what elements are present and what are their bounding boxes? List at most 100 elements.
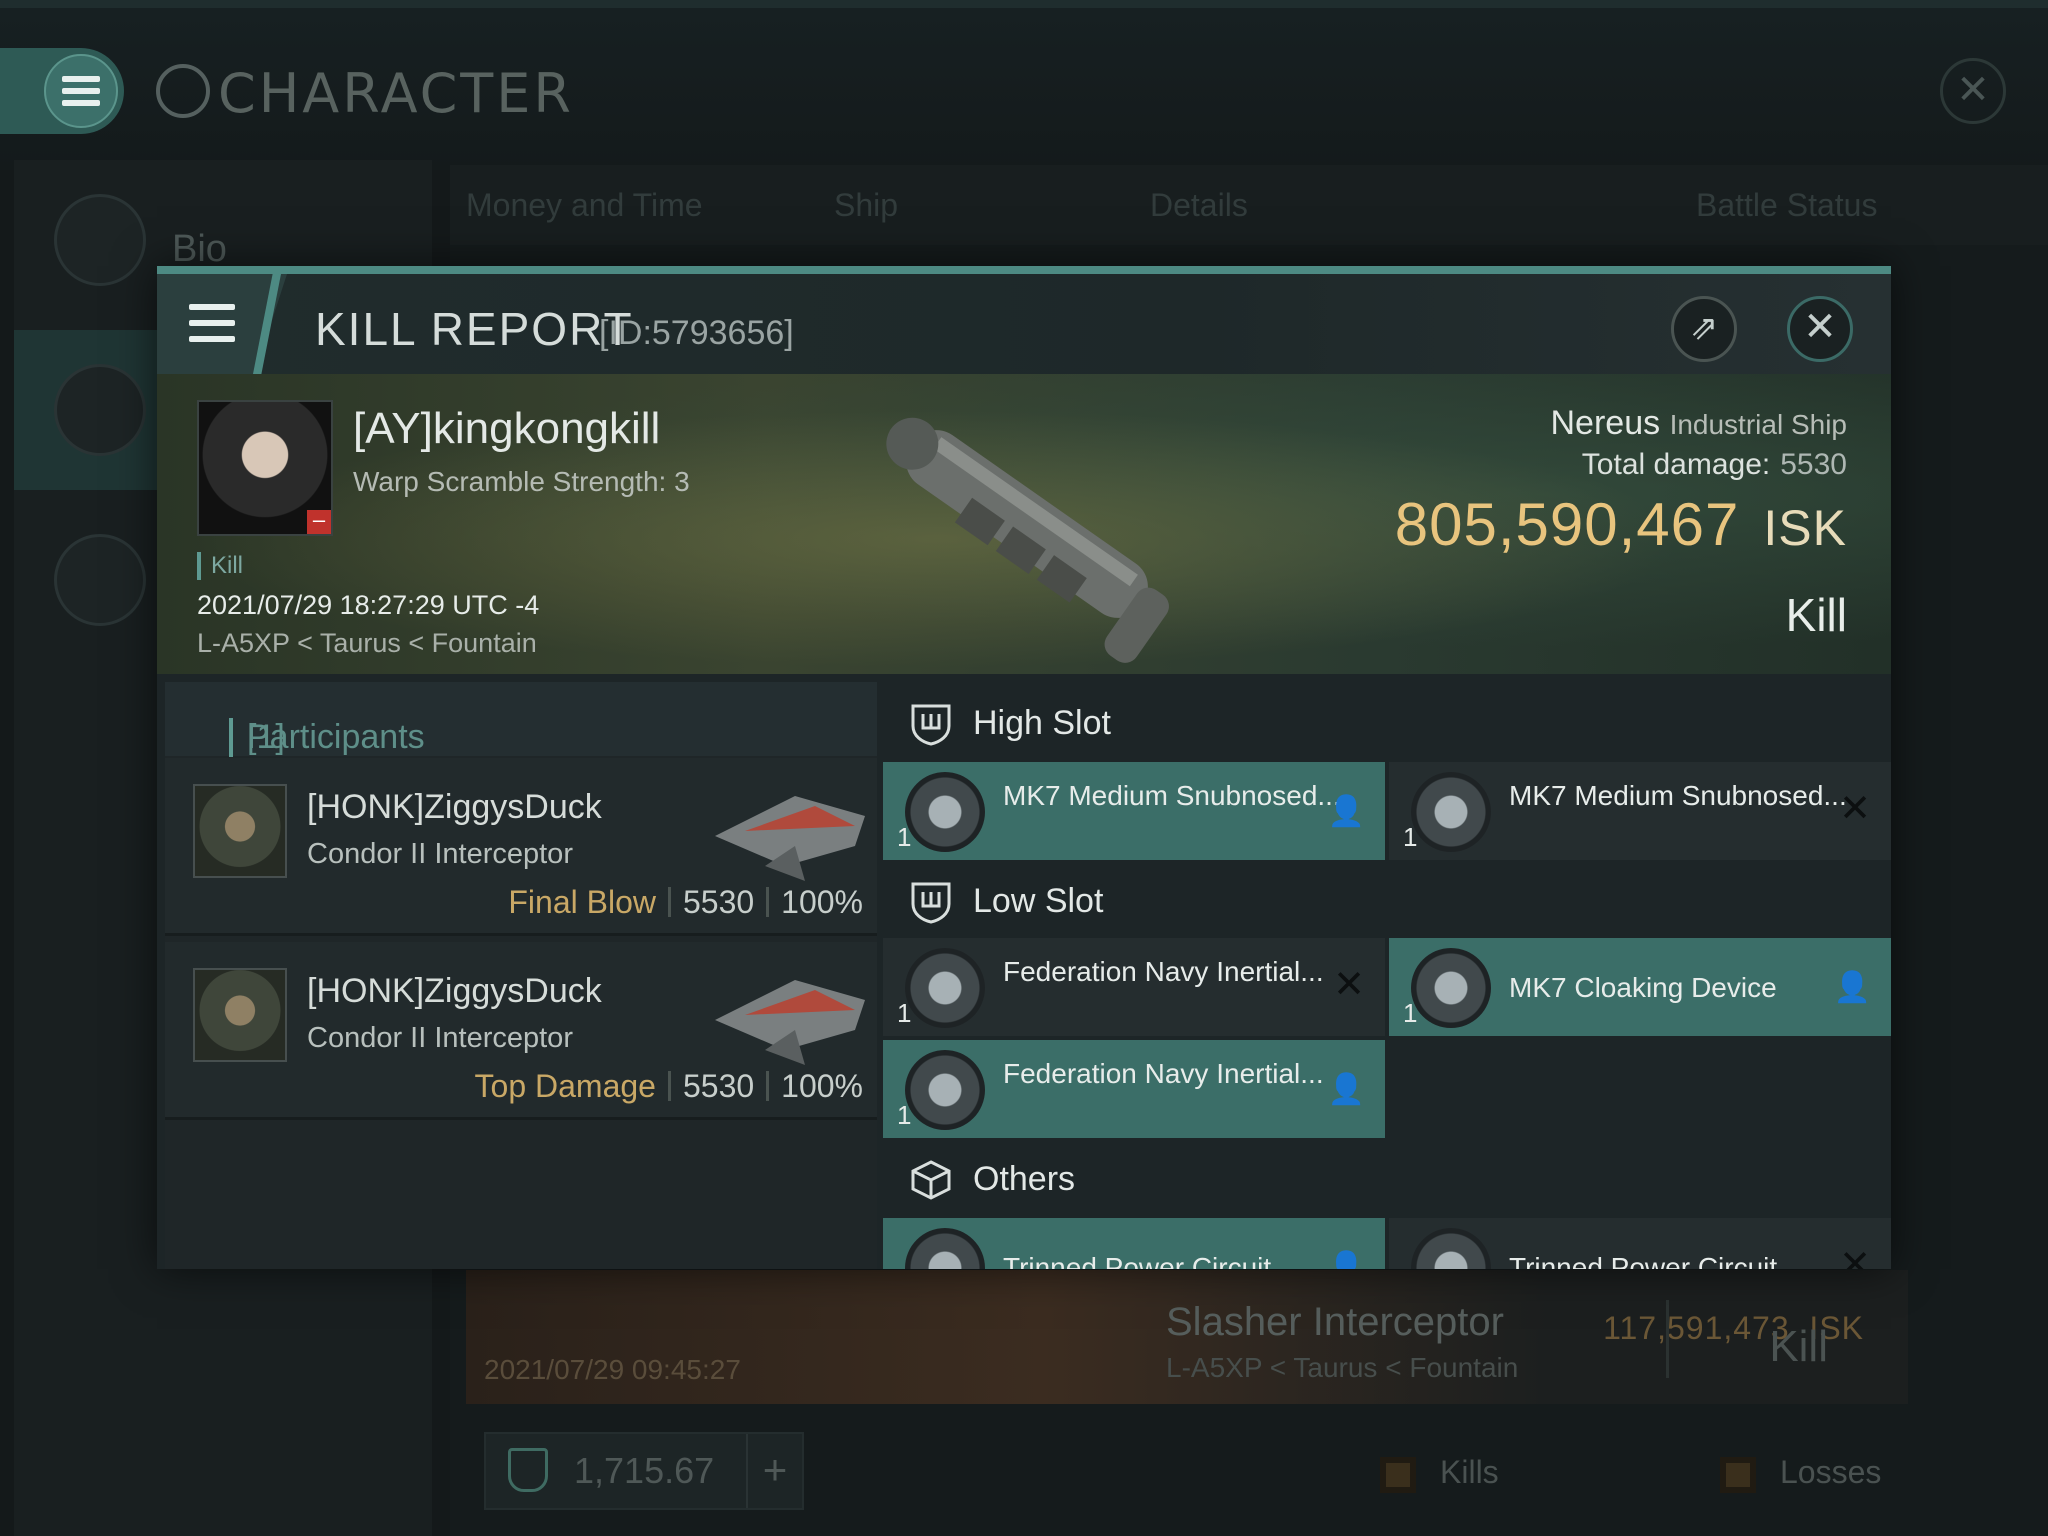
kill-time: 2021/07/29 18:27:29 UTC -4 (197, 590, 540, 620)
destroyed-x-icon: ✕ (1839, 788, 1871, 830)
row-divider (1666, 1300, 1669, 1378)
module-item[interactable]: 1 MK7 Medium Snubnosed... ✕ (1389, 762, 1891, 860)
participant-avatar[interactable] (193, 784, 287, 878)
module-item[interactable]: 1 MK7 Medium Snubnosed... 👤 (883, 762, 1385, 860)
pilot-portrait[interactable]: – (197, 400, 333, 536)
share-button[interactable]: ⇗ (1671, 296, 1737, 362)
row-result: Kill (1769, 1322, 1828, 1371)
module-name: Trinned Power Circuit (1003, 1252, 1272, 1269)
power-circuit-icon (1411, 1228, 1491, 1269)
module-item[interactable]: 1 Federation Navy Inertial... ✕ (883, 938, 1385, 1036)
module-item[interactable]: Trinned Power Circuit ✕ (1389, 1218, 1891, 1269)
module-name: Federation Navy Inertial... (1003, 1058, 1324, 1089)
plex-value: 1,715.67 (574, 1450, 715, 1491)
module-name: MK7 Cloaking Device (1509, 972, 1777, 1003)
module-item[interactable]: 1 MK7 Cloaking Device 👤 (1389, 938, 1891, 1036)
hamburger-icon (62, 76, 100, 106)
participant-ship-image (715, 796, 865, 881)
kill-tag: Kill (197, 552, 243, 580)
tab-money-and-time[interactable]: Money and Time (466, 187, 703, 224)
window-title: CHARACTER (218, 62, 574, 125)
kill-location: L-A5XP < Taurus < Fountain (197, 628, 537, 658)
high-slot-icon (911, 704, 951, 746)
participant-avatar[interactable] (193, 968, 287, 1062)
kill-result: Kill (1785, 589, 1847, 641)
participant-stats: Top Damage 5530 100% (474, 1068, 863, 1104)
pilot-subtitle: Warp Scramble Strength: 3 (353, 466, 690, 497)
kill-summary: – [AY]kingkongkill Warp Scramble Strengt… (157, 374, 1891, 674)
plex-icon (508, 1448, 548, 1492)
cloaking-device-icon (1411, 948, 1491, 1028)
plex-counter: 1,715.67 + (484, 1432, 804, 1510)
victim-ship-name[interactable]: Nereus Industrial Ship (1551, 404, 1848, 443)
add-plex-button[interactable]: + (746, 1434, 802, 1508)
modal-title: KILL REPORT (315, 303, 634, 355)
launcher-icon (1411, 772, 1491, 852)
low-slot-icon (911, 882, 951, 924)
isk-value: 805,590,467 ISK (1394, 491, 1847, 558)
character-window-header: CHARACTER ✕ (0, 0, 2048, 170)
kill-report-modal: KILL REPORT [ID:5793656] ⇗ ✕ – [AY]kingk… (157, 266, 1891, 1269)
participant-ship-image (715, 980, 865, 1065)
participant-stats: Final Blow 5530 100% (508, 884, 863, 920)
destroyed-x-icon: ✕ (1839, 1244, 1871, 1269)
sidebar-item-label: Bio (172, 228, 227, 270)
kill-id: [ID:5793656] (599, 314, 794, 352)
high-slot-header: High Slot (883, 682, 1891, 762)
crossed-swords-icon (54, 364, 146, 456)
modal-close-button[interactable]: ✕ (1787, 296, 1853, 362)
external-link-icon: ⇗ (1689, 309, 1719, 347)
inertial-stabilizer-icon (905, 1050, 985, 1130)
participants-header: Participants [1] (165, 682, 877, 757)
module-qty: 1 (897, 1100, 912, 1130)
stats-footer: 1,715.67 + Kills Losses (466, 1420, 1908, 1536)
legend-losses: Losses (1720, 1454, 1881, 1493)
fitted-person-icon: 👤 (1327, 795, 1365, 828)
row-date: 2021/07/29 09:45:27 (484, 1354, 741, 1385)
modal-header: KILL REPORT [ID:5793656] ⇗ ✕ (157, 274, 1891, 374)
participants-panel: Participants [1] [HONK]ZiggysDuck Condor… (165, 682, 877, 1269)
fitted-person-icon: 👤 (1327, 1251, 1365, 1269)
kill-list-row[interactable]: 117,591,473 ISK 2021/07/29 09:45:27 Slas… (466, 1270, 1908, 1404)
total-damage: Total damage: 5530 (1581, 448, 1847, 481)
character-icon (156, 64, 210, 118)
participant-row[interactable]: [HONK]ZiggysDuck Condor II Interceptor F… (165, 758, 877, 936)
module-name: Trinned Power Circuit (1509, 1252, 1778, 1269)
power-circuit-icon (905, 1228, 985, 1269)
cargo-box-icon (911, 1160, 951, 1200)
legend-kills: Kills (1380, 1454, 1499, 1493)
module-item[interactable]: 1 Federation Navy Inertial... 👤 (883, 1040, 1385, 1138)
module-qty: 1 (1403, 998, 1418, 1028)
participant-ship: Condor II Interceptor (307, 1022, 573, 1054)
module-qty: 1 (897, 998, 912, 1028)
tab-bar: Money and Time Ship Details Battle Statu… (450, 165, 2048, 245)
close-icon: ✕ (1803, 305, 1837, 349)
main-menu-button[interactable] (0, 48, 124, 134)
others-header: Others (883, 1138, 1891, 1218)
tab-battle-status[interactable]: Battle Status (1696, 187, 1877, 224)
row-ship: Slasher Interceptor (1166, 1300, 1504, 1344)
module-name: MK7 Medium Snubnosed... (1003, 780, 1341, 811)
module-name: MK7 Medium Snubnosed... (1509, 780, 1847, 811)
fitted-person-icon: 👤 (1327, 1073, 1365, 1106)
star-icon (54, 534, 146, 626)
hamburger-icon (189, 304, 235, 342)
window-close-button[interactable]: ✕ (1940, 58, 2006, 124)
inertial-stabilizer-icon (905, 948, 985, 1028)
standing-minus-icon: – (307, 509, 331, 534)
row-location: L-A5XP < Taurus < Fountain (1166, 1352, 1519, 1383)
participant-row[interactable]: [HONK]ZiggysDuck Condor II Interceptor T… (165, 942, 877, 1120)
victim-ship-image (886, 417, 1169, 663)
tab-ship[interactable]: Ship (834, 187, 898, 224)
tab-details[interactable]: Details (1150, 187, 1248, 224)
participant-name: [HONK]ZiggysDuck (307, 788, 602, 826)
pilot-name[interactable]: [AY]kingkongkill (353, 404, 660, 454)
module-item[interactable]: Trinned Power Circuit 👤 (883, 1218, 1385, 1269)
module-qty: 1 (1403, 822, 1418, 852)
low-slot-header: Low Slot (883, 860, 1891, 940)
participant-name: [HONK]ZiggysDuck (307, 972, 602, 1010)
launcher-icon (905, 772, 985, 852)
fitted-person-icon: 👤 (1833, 971, 1871, 1004)
module-qty: 1 (897, 822, 912, 852)
fitting-panel: High Slot 1 MK7 Medium Snubnosed... 👤 1 … (883, 682, 1891, 1269)
